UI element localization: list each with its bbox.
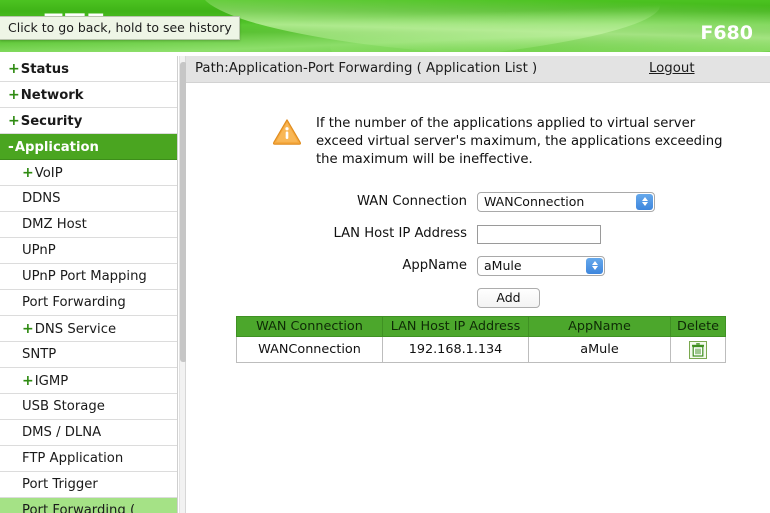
expand-plus-icon: + [22, 321, 34, 337]
sidebar-item-label: Port Trigger [22, 477, 98, 492]
collapse-minus-icon: - [8, 139, 14, 155]
sidebar-item-usb-storage[interactable]: USB Storage [0, 394, 177, 420]
trash-icon[interactable] [689, 340, 708, 359]
sidebar-item-label: VoIP [34, 166, 63, 181]
sidebar-item-network[interactable]: +Network [0, 82, 177, 108]
expand-plus-icon: + [22, 165, 34, 181]
form-row-appname: AppName aMule [186, 252, 770, 279]
table-row: WANConnection 192.168.1.134 aMule [236, 336, 727, 363]
sidebar-item-label: Port Forwarding ( [22, 503, 136, 513]
sidebar-item-label: Security [20, 114, 83, 129]
sidebar-item-dmz-host[interactable]: DMZ Host [0, 212, 177, 238]
sidebar-item-security[interactable]: +Security [0, 108, 177, 134]
table-body: WANConnection 192.168.1.134 aMule [236, 336, 727, 363]
breadcrumb: Path:Application-Port Forwarding ( Appli… [195, 61, 538, 76]
sidebar-item-port-forwarding[interactable]: Port Forwarding ( [0, 498, 177, 513]
sidebar-item-label: Port Forwarding [22, 295, 126, 310]
sidebar-item-application[interactable]: -Application [0, 134, 177, 160]
row-wan-connection: WANConnection [236, 336, 383, 363]
column-header-lan-host-ip: LAN Host IP Address [382, 316, 529, 337]
wan-connection-label: WAN Connection [356, 194, 467, 209]
appname-label: AppName [402, 258, 467, 273]
add-button[interactable]: Add [477, 287, 540, 308]
row-lan-host-ip: 192.168.1.134 [382, 336, 529, 363]
sidebar-item-label: Status [20, 62, 69, 77]
expand-plus-icon: + [8, 113, 20, 129]
sidebar-item-status[interactable]: +Status [0, 56, 177, 82]
warning-notice: If the number of the applications applie… [272, 115, 742, 169]
sidebar-item-label: DNS Service [34, 322, 117, 337]
chevron-updown-icon[interactable] [586, 257, 603, 274]
sidebar-item-label: USB Storage [22, 399, 105, 414]
row-delete-cell [669, 336, 727, 363]
sidebar-item-label: Network [20, 88, 84, 103]
row-appname: aMule [528, 336, 671, 363]
sidebar-item-label: SNTP [22, 347, 57, 362]
sidebar-item-label: UPnP Port Mapping [22, 269, 147, 284]
sidebar-item-voip[interactable]: +VoIP [0, 160, 177, 186]
sidebar-item-label: UPnP [22, 243, 56, 258]
expand-plus-icon: + [8, 87, 20, 103]
content-area: Path:Application-Port Forwarding ( Appli… [186, 56, 770, 513]
application-list-table: WAN Connection LAN Host IP Address AppNa… [236, 316, 727, 363]
sidebar-item-ftp-application[interactable]: FTP Application [0, 446, 177, 472]
column-header-delete: Delete [669, 316, 727, 337]
logout-link[interactable]: Logout [649, 61, 695, 76]
browser-back-tooltip: Click to go back, hold to see history [0, 16, 240, 40]
sidebar-item-upnp-port-mapping[interactable]: UPnP Port Mapping [0, 264, 177, 290]
application-list-table-wrap: WAN Connection LAN Host IP Address AppNa… [236, 316, 727, 363]
sidebar-item-dms-dlna[interactable]: DMS / DLNA [0, 420, 177, 446]
sidebar-item-label: FTP Application [22, 451, 124, 466]
lan-host-ip-label: LAN Host IP Address [333, 226, 468, 241]
sidebar-item-label: DMZ Host [22, 217, 87, 232]
expand-plus-icon: + [8, 61, 20, 77]
router-admin-page: ZTE F680 Click to go back, hold to see h… [0, 0, 770, 513]
appname-select[interactable]: aMule [477, 255, 605, 276]
sidebar-nav: +Status +Network +Security -Application +VoI… [0, 56, 178, 513]
sidebar-item-label: DMS / DLNA [22, 425, 102, 440]
column-header-wan-connection: WAN Connection [236, 316, 383, 337]
sidebar-item-igmp[interactable]: +IGMP [0, 368, 177, 394]
form-row-wan-connection: WAN Connection WANConnection [186, 188, 770, 215]
sidebar-item-dns-service[interactable]: +DNS Service [0, 316, 177, 342]
sidebar-item-label: DDNS [22, 191, 61, 206]
sidebar-item-sntp[interactable]: SNTP [0, 342, 177, 368]
sidebar-item-label: IGMP [34, 374, 69, 389]
expand-plus-icon: + [22, 373, 34, 389]
form-row-lan-host: LAN Host IP Address [186, 220, 770, 247]
warning-text: If the number of the applications applie… [316, 116, 723, 167]
wan-connection-select[interactable]: WANConnection [477, 191, 655, 212]
port-forwarding-form: WAN Connection WANConnection LAN Host IP… [186, 188, 770, 316]
sidebar-item-port-forwarding[interactable]: Port Forwarding [0, 290, 177, 316]
table-header-row: WAN Connection LAN Host IP Address AppNa… [236, 316, 727, 337]
chevron-updown-icon[interactable] [636, 193, 653, 210]
model-label: F680 [700, 22, 753, 44]
sidebar-item-port-trigger[interactable]: Port Trigger [0, 472, 177, 498]
sidebar-item-ddns[interactable]: DDNS [0, 186, 177, 212]
appname-selected-value: aMule [484, 258, 522, 273]
column-header-appname: AppName [528, 316, 671, 337]
lan-host-ip-input[interactable] [477, 224, 601, 244]
warning-triangle-icon [273, 119, 301, 145]
wan-connection-selected-value: WANConnection [484, 194, 585, 209]
form-row-add: Add [186, 284, 770, 311]
path-bar: Path:Application-Port Forwarding ( Appli… [186, 56, 770, 83]
sidebar-item-upnp[interactable]: UPnP [0, 238, 177, 264]
sidebar-scrollbar[interactable] [179, 56, 187, 513]
sidebar-item-label: Application [14, 140, 99, 155]
